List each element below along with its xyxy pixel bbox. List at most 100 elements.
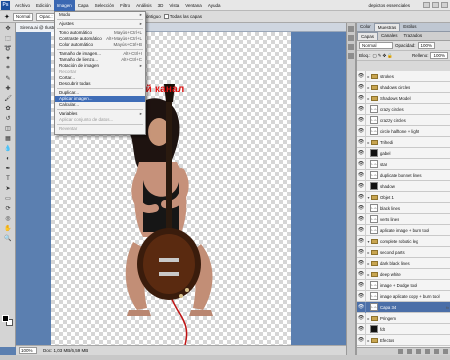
visibility-eye-icon[interactable]: 👁 [357, 71, 366, 82]
marquee-tool-icon[interactable]: ⬚ [2, 34, 14, 43]
pen-tool-icon[interactable]: ✒ [2, 164, 14, 173]
visibility-eye-icon[interactable]: 👁 [357, 323, 366, 335]
menu-edici-n[interactable]: Edición [33, 0, 54, 11]
tab-color[interactable]: Color [357, 23, 374, 31]
tab-capas[interactable]: Capas [357, 32, 379, 40]
fill-field[interactable]: 100% [430, 52, 448, 59]
zoom-field[interactable]: 100% [19, 347, 37, 354]
layer-row[interactable]: 👁 image + Dodge tool [357, 279, 450, 291]
menu-item-descubrir-todas[interactable]: Descubrir todas [55, 81, 145, 87]
visibility-eye-icon[interactable]: 👁 [357, 169, 366, 181]
visibility-eye-icon[interactable]: 👁 [357, 180, 366, 192]
minimize-icon[interactable] [423, 2, 430, 8]
add-style-icon[interactable] [407, 349, 412, 354]
3d-rotate-icon[interactable]: ⟳ [2, 204, 14, 213]
menu-item-reventar[interactable]: Reventar [55, 126, 145, 132]
magic-wand-icon[interactable]: ✦ [2, 54, 14, 63]
path-selection-icon[interactable]: ➤ [2, 184, 14, 193]
menu-item-calcular[interactable]: Calcular... [55, 102, 145, 108]
menu-selecci-n[interactable]: Selección [92, 0, 118, 11]
menu-an-lisis[interactable]: Análisis [133, 0, 155, 11]
brushes-panel-icon[interactable] [348, 53, 354, 59]
visibility-eye-icon[interactable]: 👁 [357, 136, 366, 148]
zoom-tool-icon[interactable]: 🔍 [2, 234, 14, 243]
visibility-eye-icon[interactable]: 👁 [357, 147, 366, 159]
layer-group-row[interactable]: 👁 ▾ complete robotic leg [357, 235, 450, 247]
tab-muestras[interactable]: Muestras [373, 23, 401, 31]
all-layers-checkbox[interactable]: Todas las capas [163, 14, 202, 20]
new-group-icon[interactable] [425, 349, 430, 354]
mode-select[interactable]: Normal [12, 12, 34, 21]
tab-trazados[interactable]: Trazados [401, 32, 426, 40]
visibility-eye-icon[interactable]: 👁 [357, 257, 366, 269]
menu-capa[interactable]: Capa [75, 0, 92, 11]
menu-item-ajustes[interactable]: Ajustes ▸ [55, 21, 145, 27]
layer-group-row[interactable]: 👁 ▸ shadows circles [357, 81, 450, 93]
gradient-tool-icon[interactable]: ▦ [2, 134, 14, 143]
menu-vista[interactable]: Vista [166, 0, 182, 11]
layer-row[interactable]: 👁 crazy circles [357, 103, 450, 115]
move-tool-icon[interactable]: ✥ [2, 24, 14, 33]
menu-item-modo[interactable]: Modo ▸ [55, 12, 145, 18]
eyedropper-icon[interactable]: ✎ [2, 74, 14, 83]
layer-group-row[interactable]: 👁 ▸ Shadows Model [357, 92, 450, 104]
layer-group-row[interactable]: 👁 ▸ second parts [357, 246, 450, 258]
actions-panel-icon[interactable] [348, 35, 354, 41]
layer-row[interactable]: 👁 crazzy circles [357, 114, 450, 126]
opacity-field[interactable]: 100% [417, 42, 436, 49]
visibility-eye-icon[interactable]: 👁 [357, 213, 366, 225]
visibility-eye-icon[interactable]: 👁 [357, 268, 366, 280]
visibility-eye-icon[interactable]: 👁 [357, 191, 366, 203]
clone-stamp-icon[interactable]: ✿ [2, 104, 14, 113]
lasso-tool-icon[interactable]: ➰ [2, 44, 14, 53]
tab-canales[interactable]: Canales [378, 32, 401, 40]
visibility-eye-icon[interactable]: 👁 [357, 235, 366, 247]
menu-3d[interactable]: 3D [155, 0, 167, 11]
visibility-eye-icon[interactable]: 👁 [357, 158, 366, 170]
visibility-eye-icon[interactable]: 👁 [357, 92, 366, 104]
layer-row[interactable]: 👁 fdt [357, 323, 450, 335]
layer-group-row[interactable]: 👁 ▸ dark black lines [357, 257, 450, 269]
layer-row[interactable]: 👁 image aplicate copy + burn tool [357, 290, 450, 302]
layer-effects-badge[interactable]: fx [446, 305, 449, 310]
layer-row[interactable]: 👁 duplicate bonnet lines [357, 169, 450, 181]
close-icon[interactable] [441, 2, 448, 8]
visibility-eye-icon[interactable]: 👁 [357, 290, 366, 302]
visibility-eye-icon[interactable]: 👁 [357, 279, 366, 291]
eraser-icon[interactable]: ◫ [2, 124, 14, 133]
visibility-eye-icon[interactable]: 👁 [357, 81, 366, 93]
add-mask-icon[interactable] [416, 349, 421, 354]
lock-icons[interactable]: ▢✎✥🔒 [373, 53, 394, 59]
layer-row[interactable]: 👁 Capa 34 fx [357, 301, 450, 313]
layer-row[interactable]: 👁 black lines [357, 202, 450, 214]
visibility-eye-icon[interactable]: 👁 [357, 103, 366, 115]
layer-row[interactable]: 👁 verts lines [357, 213, 450, 225]
menu-archivo[interactable]: Archivo [12, 0, 33, 11]
history-brush-icon[interactable]: ↺ [2, 114, 14, 123]
new-layer-icon[interactable] [434, 349, 439, 354]
brush-tool-icon[interactable]: 🖌 [2, 94, 14, 103]
visibility-eye-icon[interactable]: 👁 [357, 246, 366, 258]
menu-imagen[interactable]: Imagen [53, 0, 75, 11]
layer-row[interactable]: 👁 shadow [357, 180, 450, 192]
visibility-eye-icon[interactable]: 👁 [357, 224, 366, 236]
shape-tool-icon[interactable]: ▭ [2, 194, 14, 203]
visibility-eye-icon[interactable]: 👁 [357, 202, 366, 214]
visibility-eye-icon[interactable]: 👁 [357, 334, 366, 346]
menu-ayuda[interactable]: Ayuda [205, 0, 224, 11]
tab-estilos[interactable]: Estilos [400, 23, 419, 31]
delete-layer-icon[interactable] [443, 349, 448, 354]
layer-row[interactable]: 👁 aplicate image + burn tool [357, 224, 450, 236]
dodge-tool-icon[interactable]: ◐ [2, 154, 14, 163]
layer-row[interactable]: 👁 circle halftone + light [357, 125, 450, 137]
menu-ventana[interactable]: Ventana [182, 0, 205, 11]
3d-orbit-icon[interactable]: ◎ [2, 214, 14, 223]
menu-item-aplicar-conjunto-de-datos[interactable]: Aplicar conjunto de datos... [55, 117, 145, 123]
layer-row[interactable]: 👁 gabel [357, 147, 450, 159]
layer-group-row[interactable]: 👁 ▸ Pringem [357, 312, 450, 324]
visibility-eye-icon[interactable]: 👁 [357, 125, 366, 137]
layer-group-row[interactable]: 👁 ▸ Efectos [357, 334, 450, 346]
layer-group-row[interactable]: 👁 ▸ Trihedi [357, 136, 450, 148]
blend-mode-select[interactable]: Normal [359, 42, 393, 49]
link-layers-icon[interactable] [398, 349, 403, 354]
